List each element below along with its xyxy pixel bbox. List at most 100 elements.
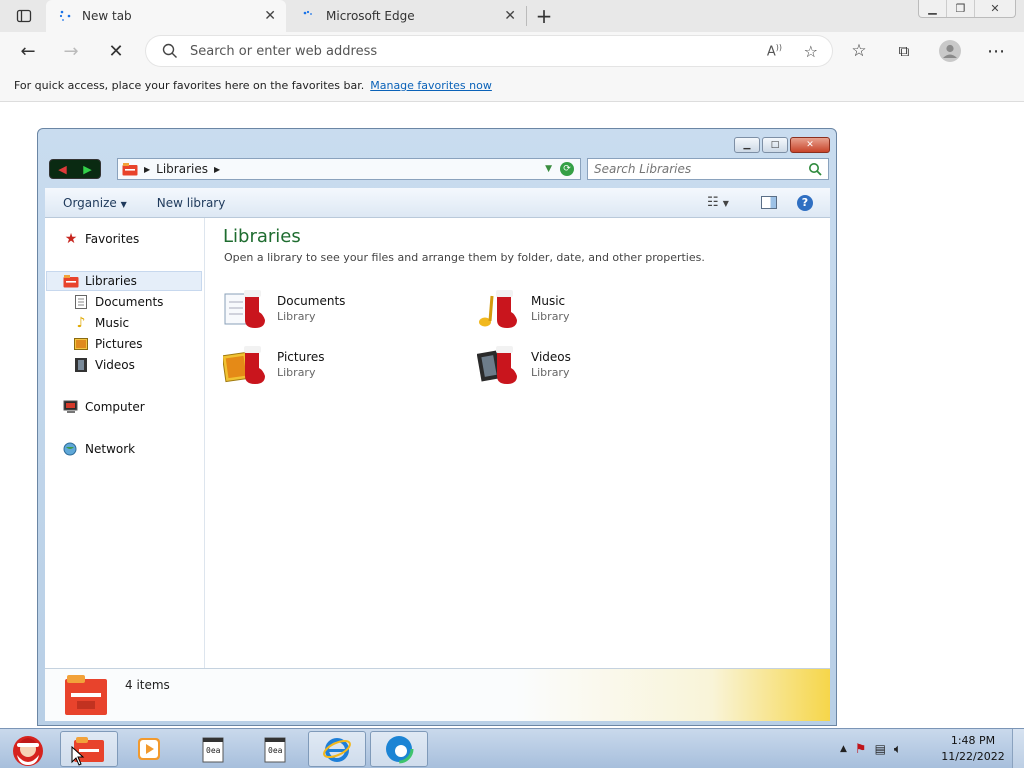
command-bar: Organize ▼ New library ☷ ▼ ? bbox=[45, 188, 830, 218]
notepad-icon: 0ea bbox=[264, 737, 286, 763]
breadcrumb-arrow-icon: ▶ bbox=[144, 164, 151, 174]
favorites-bar: For quick access, place your favorites h… bbox=[0, 70, 1024, 102]
library-item-documents[interactable]: Documents Library bbox=[223, 286, 453, 330]
settings-more-button[interactable]: ⋯ bbox=[980, 32, 1012, 70]
details-pane: 4 items bbox=[45, 668, 830, 721]
explorer-search-input[interactable] bbox=[594, 162, 808, 176]
library-type: Library bbox=[277, 365, 316, 379]
library-type: Library bbox=[531, 309, 570, 323]
stop-loading-button[interactable]: ✕ bbox=[100, 32, 132, 70]
favorites-bar-message: For quick access, place your favorites h… bbox=[14, 79, 365, 92]
window-controls: ▁ ❐ ✕ bbox=[918, 0, 1016, 18]
libraries-large-icon bbox=[65, 675, 107, 715]
explorer-back-button[interactable]: ◀ bbox=[50, 160, 75, 178]
nav-item-videos[interactable]: Videos bbox=[73, 355, 135, 375]
organize-menu[interactable]: Organize ▼ bbox=[63, 196, 127, 210]
film-icon bbox=[73, 358, 89, 372]
address-input[interactable] bbox=[190, 43, 730, 59]
address-bar[interactable]: A)) ☆ bbox=[146, 36, 832, 66]
taskbar-media-player-button[interactable] bbox=[120, 731, 178, 767]
nav-item-music[interactable]: ♪ Music bbox=[73, 313, 130, 333]
change-view-icon[interactable]: ☷ ▼ bbox=[707, 195, 729, 210]
explorer-maximize-button[interactable]: □ bbox=[762, 137, 788, 153]
add-favorite-icon[interactable]: ☆ bbox=[804, 42, 818, 61]
tab-label: New tab bbox=[82, 9, 132, 23]
taskbar-ie-button[interactable] bbox=[308, 731, 366, 767]
close-window-button[interactable]: ✕ bbox=[975, 0, 1015, 17]
refresh-icon[interactable]: ⟳ bbox=[560, 162, 574, 176]
manage-favorites-link[interactable]: Manage favorites now bbox=[370, 79, 492, 92]
nav-item-favorites[interactable]: ★ Favorites bbox=[63, 229, 140, 249]
network-status-icon[interactable]: ▤ bbox=[875, 742, 886, 756]
navigation-pane: ★ Favorites Libraries Documents ♪ Music … bbox=[45, 218, 205, 668]
library-name: Documents bbox=[277, 293, 346, 308]
favorites-star-icon: ★ bbox=[64, 231, 78, 247]
new-library-button[interactable]: New library bbox=[157, 196, 226, 210]
address-dropdown-icon[interactable]: ▼ bbox=[545, 164, 552, 174]
breadcrumb[interactable]: ▶ Libraries ▶ ▼ ⟳ bbox=[117, 158, 581, 180]
nav-item-libraries[interactable]: Libraries bbox=[46, 271, 202, 291]
explorer-search-box[interactable] bbox=[587, 158, 829, 180]
nav-item-documents[interactable]: Documents bbox=[73, 292, 163, 312]
pictures-stocking-icon bbox=[221, 342, 273, 386]
start-button[interactable] bbox=[0, 731, 56, 767]
taskbar-explorer-button[interactable] bbox=[60, 731, 118, 767]
page-description: Open a library to see your files and arr… bbox=[224, 251, 705, 264]
tab-new-tab[interactable]: New tab ✕ bbox=[46, 0, 286, 32]
taskbar-edge-button[interactable] bbox=[370, 731, 428, 767]
tab-close-icon[interactable]: ✕ bbox=[264, 8, 276, 24]
volume-icon[interactable]: 🔈︎ bbox=[894, 742, 902, 757]
preview-pane-icon[interactable] bbox=[761, 196, 777, 209]
help-icon[interactable]: ? bbox=[797, 194, 813, 211]
favorites-button[interactable]: ☆ bbox=[843, 32, 875, 70]
taskbar-notepad-button-2[interactable]: 0ea bbox=[246, 731, 304, 767]
library-type: Library bbox=[277, 309, 316, 323]
taskbar: 0ea 0ea ▲ ⚑ ▤ 🔈︎ 1:48 PM 11/22/2022 bbox=[0, 728, 1024, 768]
profile-button[interactable] bbox=[934, 32, 966, 70]
library-name: Music bbox=[531, 293, 566, 308]
show-desktop-button[interactable] bbox=[1012, 729, 1024, 768]
explorer-close-button[interactable]: ✕ bbox=[790, 137, 830, 153]
back-forward-buttons: ◀ ▶ bbox=[49, 159, 101, 179]
documents-stocking-icon bbox=[223, 286, 273, 330]
content-pane: Libraries Open a library to see your fil… bbox=[205, 218, 830, 668]
music-stocking-icon bbox=[477, 286, 527, 330]
taskbar-clock[interactable]: 1:48 PM 11/22/2022 bbox=[938, 733, 1008, 765]
browser-toolbar: ← → ✕ A)) ☆ ☆ ⧉ ⋯ bbox=[0, 32, 1024, 70]
nav-item-network[interactable]: Network bbox=[63, 439, 135, 459]
taskbar-notepad-button-1[interactable]: 0ea bbox=[184, 731, 242, 767]
network-globe-icon bbox=[63, 442, 79, 456]
loading-dots-icon bbox=[303, 10, 312, 15]
favorites-star-icon: ☆ bbox=[851, 41, 867, 61]
nav-item-pictures[interactable]: Pictures bbox=[73, 334, 143, 354]
explorer-forward-button[interactable]: ▶ bbox=[75, 160, 100, 178]
tab-microsoft-edge[interactable]: Microsoft Edge ✕ bbox=[290, 0, 526, 32]
forward-button[interactable]: → bbox=[55, 32, 87, 70]
collections-button[interactable]: ⧉ bbox=[888, 32, 920, 70]
nav-item-computer[interactable]: Computer bbox=[63, 397, 145, 417]
restore-button[interactable]: ❐ bbox=[947, 0, 975, 17]
library-item-pictures[interactable]: Pictures Library bbox=[221, 342, 453, 386]
tab-actions-button[interactable] bbox=[8, 0, 40, 32]
new-tab-button[interactable]: + bbox=[532, 4, 556, 28]
minimize-button[interactable]: ▁ bbox=[919, 0, 947, 17]
breadcrumb-arrow-icon: ▶ bbox=[213, 164, 221, 174]
tab-close-icon[interactable]: ✕ bbox=[504, 8, 516, 24]
library-text: Documents Library bbox=[277, 294, 345, 323]
forward-arrow-icon: → bbox=[63, 40, 79, 62]
read-aloud-icon[interactable]: A)) bbox=[767, 43, 782, 59]
action-center-flag-icon[interactable]: ⚑ bbox=[855, 742, 867, 757]
breadcrumb-libraries[interactable]: Libraries bbox=[156, 162, 208, 176]
nav-label: Music bbox=[95, 316, 130, 330]
show-hidden-icons-button[interactable]: ▲ bbox=[840, 744, 847, 754]
back-button[interactable]: ← bbox=[12, 32, 44, 70]
library-item-music[interactable]: Music Library bbox=[477, 286, 707, 330]
explorer-minimize-button[interactable]: ▁ bbox=[734, 137, 760, 153]
library-item-videos[interactable]: Videos Library bbox=[476, 342, 707, 386]
nav-label: Favorites bbox=[85, 232, 140, 246]
plus-icon: + bbox=[535, 4, 553, 28]
system-tray: ▲ ⚑ ▤ 🔈︎ bbox=[840, 729, 902, 768]
libraries-folder-icon bbox=[63, 274, 79, 288]
search-icon bbox=[809, 163, 822, 176]
page-title: Libraries bbox=[223, 226, 301, 247]
